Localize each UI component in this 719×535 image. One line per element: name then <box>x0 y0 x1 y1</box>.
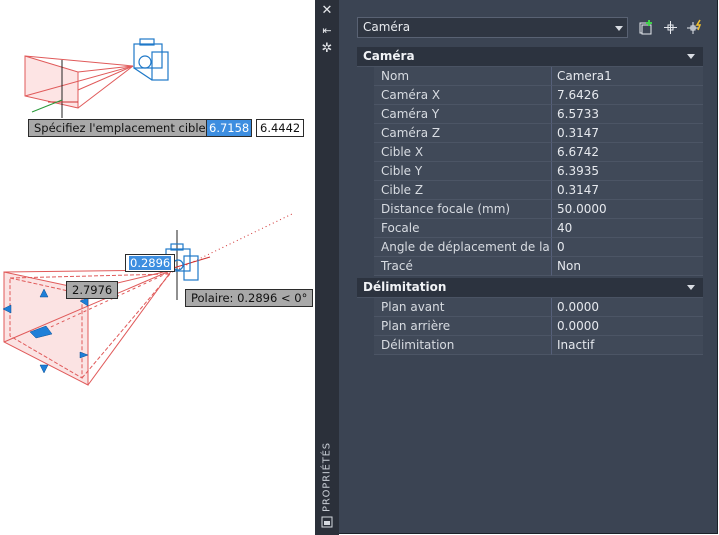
property-row-roll-angle[interactable]: Angle de déplacement de la vue 0 <box>357 238 703 257</box>
polar-tracking-tooltip: Polaire: 0.2896 < 0° <box>185 289 314 307</box>
close-icon[interactable]: ✕ <box>315 4 339 18</box>
property-row-camera-z[interactable]: Caméra Z 0.3147 <box>357 124 703 143</box>
top-camera-glyph <box>133 38 169 81</box>
property-row-name[interactable]: Nom Camera1 <box>357 67 703 86</box>
property-row-target-z[interactable]: Cible Z 0.3147 <box>357 181 703 200</box>
dimension-input-second[interactable]: 2.7976 <box>66 281 119 299</box>
property-row-plot[interactable]: Tracé Non <box>357 257 703 276</box>
object-type-select[interactable]: Caméra <box>357 17 628 38</box>
section-header-clipping[interactable]: Délimitation <box>357 278 703 298</box>
property-row-clipping[interactable]: Délimitation Inactif <box>357 336 703 355</box>
select-objects-icon[interactable] <box>662 19 679 36</box>
property-row-target-x[interactable]: Cible X 6.6742 <box>357 143 703 162</box>
top-camera-frustum <box>24 55 134 109</box>
dimension-input-active[interactable]: 0.2896 <box>125 254 176 272</box>
property-row-back-plane[interactable]: Plan arrière 0.0000 <box>357 317 703 336</box>
property-row-field-of-view[interactable]: Focale 40 <box>357 219 703 238</box>
settings-icon[interactable]: ✲ <box>315 42 339 56</box>
property-row-target-y[interactable]: Cible Y 6.3935 <box>357 162 703 181</box>
palette-menu-icon[interactable] <box>315 516 339 532</box>
section-header-camera[interactable]: Caméra <box>357 47 703 67</box>
property-grid: Caméra Nom Camera1 Caméra X 7.6426 Caméra … <box>357 47 703 355</box>
property-row-camera-x[interactable]: Caméra X 7.6426 <box>357 86 703 105</box>
property-row-focal-length[interactable]: Distance focale (mm) 50.0000 <box>357 200 703 219</box>
collapse-arrow-icon[interactable] <box>687 54 695 59</box>
palette-title-strip[interactable]: ✕ ⇤ ✲ PROPRIÉTÉS <box>315 0 339 535</box>
target-x-input[interactable]: 6.7158 <box>206 119 253 137</box>
add-selection-icon[interactable] <box>638 19 655 36</box>
collapse-arrow-icon[interactable] <box>687 285 695 290</box>
autohide-icon[interactable]: ⇤ <box>315 24 339 38</box>
quick-select-icon[interactable] <box>686 19 703 36</box>
chevron-down-icon <box>615 26 623 31</box>
command-prompt-label: Spécifiez l'emplacement cible: <box>28 119 216 137</box>
property-row-front-plane[interactable]: Plan avant 0.0000 <box>357 298 703 317</box>
drawing-canvas[interactable]: Spécifiez l'emplacement cible: 6.7158 6.… <box>0 0 315 535</box>
property-row-camera-y[interactable]: Caméra Y 6.5733 <box>357 105 703 124</box>
palette-vertical-title: PROPRIÉTÉS <box>321 442 333 512</box>
target-y-input[interactable]: 6.4442 <box>256 119 305 137</box>
